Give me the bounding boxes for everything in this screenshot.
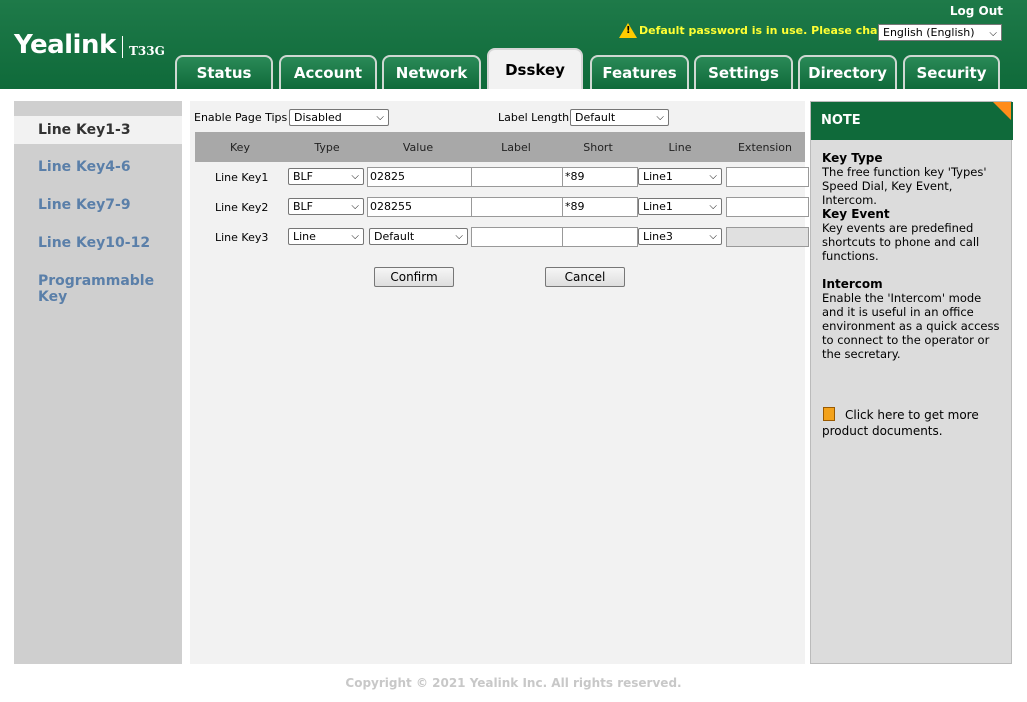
line-select[interactable]: Line1 ⌵ (638, 168, 722, 185)
main-panel: Enable Page Tips Disabled ⌵ Label Length… (190, 101, 809, 664)
short-input[interactable]: *89 (562, 197, 638, 217)
column-header-key: Key (230, 141, 250, 154)
warning-icon (619, 23, 637, 38)
note-header: NOTE (811, 102, 1013, 140)
column-header-label: Label (501, 141, 531, 154)
language-select[interactable]: English (English) ⌵ (878, 24, 1002, 41)
row-key-name: Line Key1 (215, 171, 269, 184)
note-text-key-event: Key events are predefined shortcuts to p… (822, 221, 980, 263)
chevron-down-icon: ⌵ (376, 112, 384, 123)
note-corner-icon (993, 102, 1011, 120)
tab-settings[interactable]: Settings (694, 55, 793, 89)
label-length-label: Label Length (498, 111, 570, 124)
note-panel: NOTE Key Type The free function key 'Typ… (810, 101, 1013, 664)
chevron-down-icon: ⌵ (989, 28, 997, 39)
sidebar-item-line-key7-9[interactable]: Line Key7-9 (38, 197, 131, 213)
tab-security[interactable]: Security (903, 55, 1000, 89)
label-length-value: Default (575, 111, 616, 124)
type-select[interactable]: BLF ⌵ (288, 198, 364, 215)
tab-dsskey[interactable]: Dsskey (487, 48, 583, 89)
confirm-button[interactable]: Confirm (374, 267, 454, 287)
warning-text: Default password is in use. Please chang… (639, 24, 906, 37)
tab-directory[interactable]: Directory (798, 55, 897, 89)
copyright-footer: Copyright © 2021 Yealink Inc. All rights… (345, 676, 682, 690)
sidebar-item-line-key1-3[interactable]: Line Key1-3 (14, 116, 182, 144)
value-input[interactable]: 028255 (367, 197, 472, 217)
type-value: BLF (293, 200, 314, 213)
chevron-down-icon: ⌵ (709, 201, 717, 212)
page-tips-label: Enable Page Tips (194, 111, 288, 124)
model-label: T33G (129, 44, 165, 58)
line-value: Line1 (643, 170, 673, 183)
page-tips-select[interactable]: Disabled ⌵ (289, 109, 389, 126)
sidebar-item-line-key4-6[interactable]: Line Key4-6 (38, 159, 131, 175)
chevron-down-icon: ⌵ (656, 112, 664, 123)
sidebar: Line Key1-3 Line Key4-6 Line Key7-9 Line… (14, 101, 182, 664)
chevron-down-icon: ⌵ (709, 171, 717, 182)
line-value: Line3 (643, 230, 673, 243)
label-length-select[interactable]: Default ⌵ (570, 109, 669, 126)
short-input[interactable] (562, 227, 638, 247)
type-select[interactable]: BLF ⌵ (288, 168, 364, 185)
short-input[interactable]: *89 (562, 167, 638, 187)
label-input[interactable] (471, 227, 563, 247)
column-header-type: Type (314, 141, 340, 154)
table-header: Key Type Value Label Short Line Extensio… (195, 132, 805, 162)
column-header-value: Value (402, 141, 434, 154)
note-heading-key-event: Key Event (822, 207, 890, 221)
password-warning: Default password is in use. Please chang… (619, 23, 906, 38)
product-documents-link[interactable]: Click here to get more product documents… (822, 407, 1006, 439)
sidebar-item-line-key10-12[interactable]: Line Key10-12 (38, 235, 150, 251)
column-header-extension: Extension (737, 141, 792, 154)
note-text-intercom: Enable the 'Intercom' mode and it is use… (822, 291, 1000, 361)
note-text-key-type: The free function key 'Types' Speed Dial… (822, 165, 987, 207)
row-key-name: Line Key3 (215, 231, 269, 244)
chevron-down-icon: ⌵ (351, 231, 359, 242)
chevron-down-icon: ⌵ (709, 231, 717, 242)
tab-features[interactable]: Features (590, 55, 689, 89)
yealink-logo: Yealink (14, 30, 116, 60)
note-heading-key-type: Key Type (822, 151, 883, 165)
value-select[interactable]: Default ⌵ (369, 228, 468, 245)
label-input[interactable] (471, 197, 563, 217)
tab-account[interactable]: Account (279, 55, 377, 89)
cancel-button[interactable]: Cancel (545, 267, 625, 287)
type-value: Line (293, 230, 316, 243)
page-tips-value: Disabled (294, 111, 342, 124)
type-value: BLF (293, 170, 314, 183)
chevron-down-icon: ⌵ (351, 171, 359, 182)
row-key-name: Line Key2 (215, 201, 269, 214)
label-input[interactable] (471, 167, 563, 187)
tab-network[interactable]: Network (382, 55, 481, 89)
column-header-short: Short (583, 141, 613, 154)
tab-status[interactable]: Status (175, 55, 273, 89)
note-heading-intercom: Intercom (822, 277, 883, 291)
value-option: Default (374, 230, 415, 243)
value-input[interactable]: 02825 (367, 167, 472, 187)
extension-input[interactable] (726, 167, 809, 187)
language-value: English (English) (883, 26, 975, 39)
column-header-line: Line (668, 141, 692, 154)
extension-input[interactable] (726, 197, 809, 217)
chevron-down-icon: ⌵ (351, 201, 359, 212)
line-select[interactable]: Line3 ⌵ (638, 228, 722, 245)
logout-link[interactable]: Log Out (950, 4, 1003, 18)
line-select[interactable]: Line1 ⌵ (638, 198, 722, 215)
type-select[interactable]: Line ⌵ (288, 228, 364, 245)
logo-divider (122, 36, 123, 58)
line-value: Line1 (643, 200, 673, 213)
chevron-down-icon: ⌵ (455, 231, 463, 242)
extension-input (726, 227, 809, 247)
sidebar-item-programmable-key[interactable]: Programmable Key (38, 273, 182, 305)
